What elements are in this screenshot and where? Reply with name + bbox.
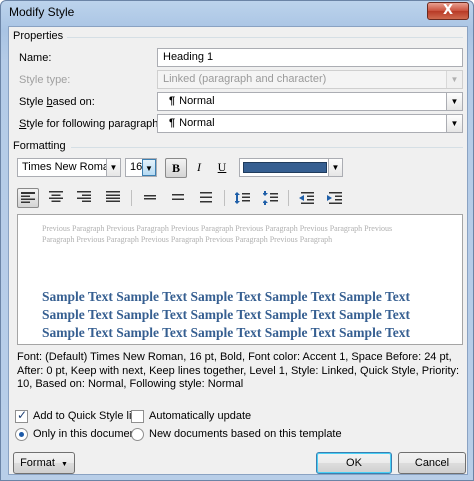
underline-button[interactable]: U bbox=[211, 158, 233, 178]
auto-update-label[interactable]: Automatically update bbox=[149, 410, 251, 422]
chevron-down-icon[interactable]: ▼ bbox=[106, 159, 120, 176]
close-button[interactable]: X bbox=[427, 2, 469, 20]
style-based-on-label: Style based on: bbox=[19, 96, 95, 108]
one-half-spacing-icon bbox=[172, 194, 184, 200]
font-color-swatch bbox=[243, 162, 327, 173]
align-left-button[interactable] bbox=[17, 188, 39, 208]
style-following-label: Style for following paragraph: bbox=[19, 118, 162, 130]
format-button-label: Format bbox=[20, 457, 55, 469]
justify-icon bbox=[106, 191, 120, 202]
add-quick-style-label[interactable]: Add to Quick Style list bbox=[33, 410, 140, 422]
chevron-down-icon: ▼ bbox=[60, 461, 68, 468]
format-menu-button[interactable]: Format ▼ bbox=[13, 452, 75, 474]
style-based-on-value: Normal bbox=[179, 95, 215, 107]
modify-style-dialog: Modify Style X Properties Name: Heading … bbox=[0, 0, 474, 481]
double-spacing-button[interactable] bbox=[196, 188, 218, 208]
cancel-button[interactable]: Cancel bbox=[398, 452, 466, 474]
space-before-increase-icon bbox=[235, 192, 250, 204]
chevron-down-icon[interactable]: ▼ bbox=[446, 93, 462, 110]
ok-button[interactable]: OK bbox=[316, 452, 392, 474]
chevron-down-icon: ▼ bbox=[446, 71, 462, 88]
bold-button[interactable]: B bbox=[165, 158, 187, 178]
dialog-client-area: Properties Name: Heading 1 Style type: L… bbox=[8, 26, 468, 475]
title-bar[interactable]: Modify Style X bbox=[1, 1, 473, 25]
previous-paragraph-line: Previous Paragraph Previous Paragraph Pr… bbox=[42, 224, 393, 233]
italic-button[interactable]: I bbox=[188, 158, 210, 178]
formatting-divider bbox=[71, 147, 463, 148]
align-center-button[interactable] bbox=[46, 188, 68, 208]
one-half-spacing-button[interactable] bbox=[168, 188, 190, 208]
style-type-value: Linked (paragraph and character) bbox=[163, 73, 327, 85]
toolbar-separator bbox=[224, 190, 225, 206]
space-before-decrease-icon bbox=[263, 191, 278, 205]
new-documents-label[interactable]: New documents based on this template bbox=[149, 428, 342, 440]
properties-divider bbox=[67, 37, 463, 38]
style-description: Font: (Default) Times New Roman, 16 pt, … bbox=[17, 351, 460, 390]
decrease-indent-icon bbox=[299, 192, 314, 204]
style-following-select[interactable]: ¶ Normal ▼ bbox=[157, 114, 463, 133]
name-value: Heading 1 bbox=[163, 51, 214, 63]
only-this-document-label[interactable]: Only in this document bbox=[33, 428, 139, 440]
style-type-label: Style type: bbox=[19, 74, 71, 86]
increase-indent-icon bbox=[327, 192, 342, 204]
only-this-document-radio[interactable] bbox=[15, 428, 28, 441]
font-name-value: Times New Roman bbox=[22, 161, 116, 173]
paragraph-icon: ¶ bbox=[169, 95, 176, 107]
toolbar-separator bbox=[288, 190, 289, 206]
add-quick-style-checkbox[interactable] bbox=[15, 408, 28, 423]
chevron-down-icon[interactable]: ▼ bbox=[446, 115, 462, 132]
single-spacing-icon bbox=[144, 195, 156, 200]
style-following-value: Normal bbox=[179, 117, 215, 129]
align-right-button[interactable] bbox=[74, 188, 96, 208]
paragraph-icon: ¶ bbox=[169, 117, 176, 129]
single-spacing-button[interactable] bbox=[140, 188, 162, 208]
increase-spacing-before-button[interactable] bbox=[232, 188, 254, 208]
properties-group-label: Properties bbox=[13, 30, 64, 42]
formatting-group-label: Formatting bbox=[13, 140, 66, 152]
align-left-icon bbox=[21, 192, 35, 203]
chevron-down-icon[interactable]: ▼ bbox=[142, 159, 156, 176]
name-label: Name: bbox=[19, 52, 52, 64]
double-spacing-icon bbox=[200, 192, 212, 203]
style-preview-pane: Previous Paragraph Previous Paragraph Pr… bbox=[17, 214, 463, 345]
style-based-on-select[interactable]: ¶ Normal ▼ bbox=[157, 92, 463, 111]
font-size-select[interactable]: 16 ▼ bbox=[125, 158, 157, 177]
auto-update-checkbox[interactable] bbox=[131, 410, 144, 423]
align-right-icon bbox=[77, 191, 91, 202]
toolbar-separator bbox=[131, 190, 132, 206]
decrease-spacing-before-button[interactable] bbox=[260, 188, 282, 208]
font-size-value: 16 bbox=[130, 161, 143, 173]
window-title: Modify Style bbox=[9, 5, 75, 19]
style-type-select: Linked (paragraph and character) ▼ bbox=[157, 70, 463, 89]
sample-text: Sample Text Sample Text Sample Text Samp… bbox=[42, 289, 410, 344]
justify-button[interactable] bbox=[103, 188, 125, 208]
decrease-indent-button[interactable] bbox=[296, 188, 318, 208]
previous-paragraph-line: Paragraph Previous Paragraph Previous Pa… bbox=[42, 235, 333, 244]
font-name-select[interactable]: Times New Roman ▼ bbox=[17, 158, 121, 177]
increase-indent-button[interactable] bbox=[324, 188, 346, 208]
new-documents-radio[interactable] bbox=[131, 428, 144, 441]
align-center-icon bbox=[49, 191, 63, 202]
name-input[interactable]: Heading 1 bbox=[157, 48, 463, 67]
chevron-down-icon[interactable]: ▼ bbox=[328, 159, 342, 176]
font-color-select[interactable]: ▼ bbox=[239, 158, 343, 177]
